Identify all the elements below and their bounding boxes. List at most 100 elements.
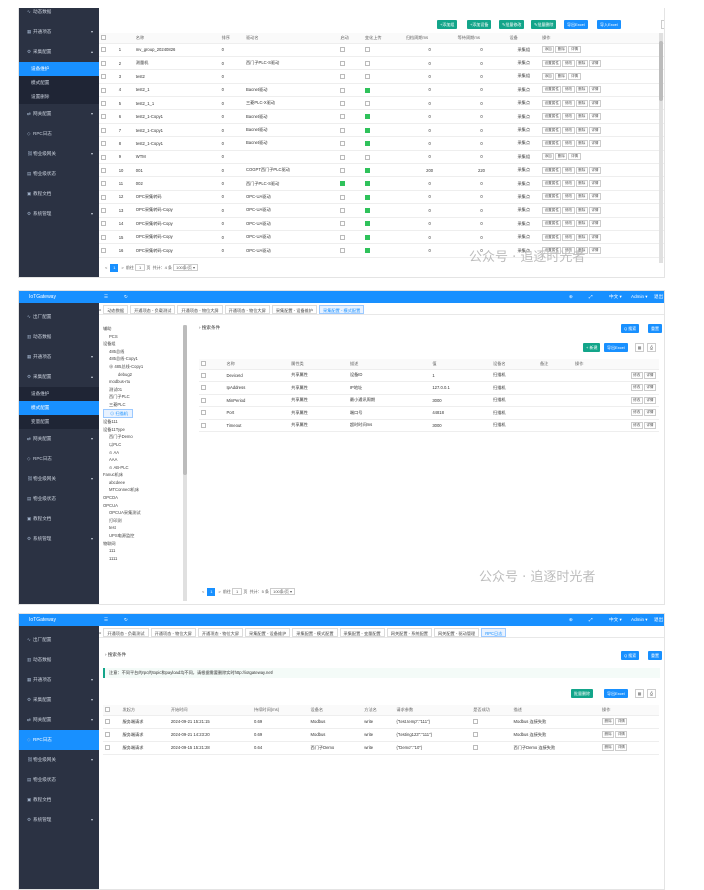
action-button[interactable]: 详情 <box>588 220 601 228</box>
row-checkbox[interactable] <box>105 719 110 725</box>
action-button[interactable]: 删除 <box>555 72 568 80</box>
enable-checkbox[interactable] <box>340 74 346 80</box>
sidebar-item[interactable]: ▦ 开通项态 ▾ <box>19 670 99 690</box>
enable-checkbox[interactable] <box>340 208 346 214</box>
action-button[interactable]: 详情 <box>643 384 656 392</box>
action-button[interactable]: 设置属性 <box>542 180 562 188</box>
current-page[interactable]: 1 <box>110 264 119 272</box>
action-button[interactable]: 设置属性 <box>542 126 562 134</box>
action-button[interactable]: 修改 <box>562 86 575 94</box>
enable-checkbox[interactable] <box>340 114 346 120</box>
row-checkbox[interactable] <box>201 410 206 416</box>
grid-toggle-button[interactable]: ▦ <box>635 343 644 352</box>
tree-node[interactable]: MTConnect机床 <box>103 486 143 494</box>
tab[interactable]: 开通项态 - 物位大屏 <box>177 304 223 314</box>
tree-node[interactable]: 测试01 <box>103 386 143 394</box>
table-row[interactable]: 13 OPC采集转码-Copy 0 OPC-UA驱动 0 0 采集点 设置属性 修改 删除 详情 <box>99 203 664 218</box>
menu-toggle-icon[interactable]: ☰ <box>104 614 108 626</box>
success-checkbox[interactable] <box>473 719 479 725</box>
table-row[interactable]: 7 test2_1-Copy1 0 Bacnet驱动 0 0 采集点 设置属性 修改 删除 详情 <box>99 123 664 138</box>
row-checkbox[interactable] <box>201 397 206 403</box>
tab[interactable]: 采集配置 - 模式配置 <box>319 304 365 314</box>
action-button[interactable]: 修改 <box>562 206 575 214</box>
print-button[interactable]: ⎙ <box>647 343 656 352</box>
grid-toggle-button[interactable]: ▦ <box>635 689 644 698</box>
action-button[interactable]: 设置属性 <box>542 86 562 94</box>
tree-node[interactable]: ⊙ 扫描机 <box>103 408 133 419</box>
sidebar-item[interactable]: ▤ 物业级状态 <box>19 489 99 509</box>
action-button[interactable]: 删除 <box>575 206 588 214</box>
action-button[interactable]: 修改 <box>562 126 575 134</box>
page-size-select[interactable]: 100条/页 ▾ <box>173 264 199 271</box>
action-button[interactable]: 设置属性 <box>542 233 562 241</box>
tab[interactable]: 采集配置 - 模式配置 <box>292 627 338 637</box>
tree-node[interactable]: 物联网 <box>103 540 143 548</box>
toolbar-button[interactable]: ✎批量修改 <box>499 20 525 29</box>
row-checkbox[interactable] <box>101 221 106 227</box>
grid-toggle-button[interactable]: ▦ <box>661 20 664 29</box>
tree-node[interactable]: OPCDA <box>103 494 143 502</box>
tree-node[interactable]: 打印测 <box>103 517 143 525</box>
sidebar-item[interactable]: ∿ 出厂配置 <box>19 307 99 327</box>
action-button[interactable]: 详情 <box>643 409 656 417</box>
action-button[interactable]: 详情 <box>588 247 601 255</box>
change-upload-checkbox[interactable] <box>364 127 370 133</box>
action-button[interactable]: 详情 <box>588 206 601 214</box>
action-button[interactable]: 详情 <box>588 180 601 188</box>
sidebar-item[interactable]: ⛓物业级网关 ▾ <box>19 144 99 164</box>
language-select[interactable]: 中文 ▾ <box>609 614 622 626</box>
table-row[interactable]: 5 test2_1_1 0 三菱PLC-X驱动 0 0 采集点 设置属性 修改 删除 详情 <box>99 96 664 111</box>
table-row[interactable]: 3 test2 0 0 0 采集组 添加 删除 详情 <box>99 69 664 84</box>
row-checkbox[interactable] <box>101 114 106 120</box>
tab[interactable]: 开通项态 - 物位大屏 <box>150 627 196 637</box>
enable-checkbox[interactable] <box>340 234 346 240</box>
change-upload-checkbox[interactable] <box>364 154 370 160</box>
row-checkbox[interactable] <box>101 154 106 160</box>
row-checkbox[interactable] <box>201 372 206 378</box>
action-button[interactable]: 详情 <box>615 744 628 751</box>
row-checkbox[interactable] <box>101 47 106 53</box>
select-all-checkbox[interactable] <box>101 35 106 41</box>
change-upload-checkbox[interactable] <box>364 248 370 254</box>
logout-link[interactable]: 退出 <box>654 291 663 303</box>
tree-node[interactable]: 111 <box>103 547 143 555</box>
sidebar-item[interactable]: ⚙ 采集配置 ▴ <box>19 42 99 62</box>
row-checkbox[interactable] <box>101 127 106 133</box>
sidebar-item[interactable]: 模式配置 <box>19 76 99 90</box>
action-button[interactable]: 删除 <box>602 731 615 738</box>
row-checkbox[interactable] <box>101 181 106 187</box>
tree-node[interactable]: test <box>103 524 143 532</box>
change-upload-checkbox[interactable] <box>364 208 370 214</box>
change-upload-checkbox[interactable] <box>364 221 370 227</box>
tree-node[interactable]: 设备11Type <box>103 426 143 434</box>
table-row[interactable]: 8 test2_1-Copy1 0 Bacnet驱动 0 0 采集点 设置属性 修改 删除 详情 <box>99 136 664 151</box>
table-row[interactable]: 14 OPC采集转码-Copy 0 OPC-UA驱动 0 0 采集点 设置属性 修改 删除 详情 <box>99 217 664 231</box>
refresh-icon[interactable]: ↻ <box>124 614 128 626</box>
next-page-button[interactable]: > <box>121 265 123 270</box>
table-row[interactable]: IpAddress 共享属性 IP地址 127.0.0.1 扫描机 修改 详情 <box>199 381 659 395</box>
action-button[interactable]: 删除 <box>575 220 588 228</box>
tab[interactable]: 开通项态 - 负载测试 <box>103 627 149 637</box>
action-button[interactable]: 详情 <box>643 371 656 379</box>
change-upload-checkbox[interactable] <box>364 87 370 93</box>
row-checkbox[interactable] <box>101 87 106 93</box>
action-button[interactable]: 修改 <box>562 193 575 201</box>
sidebar-item[interactable]: ⚙ 系统管理 ▾ <box>19 810 99 830</box>
row-checkbox[interactable] <box>101 141 106 147</box>
action-button[interactable]: 添加 <box>542 72 555 80</box>
github-icon[interactable]: ⊛ <box>569 291 573 303</box>
action-button[interactable]: 详情 <box>588 59 601 67</box>
table-row[interactable]: 6 test2_1-Copy1 0 Bacnet驱动 0 0 采集点 设置属性 修改 删除 详情 <box>99 109 664 124</box>
action-button[interactable]: 设置属性 <box>542 220 562 228</box>
tree-node[interactable]: ⊙ AA <box>103 449 143 457</box>
search-button[interactable]: Q 搜索 <box>621 324 640 333</box>
sidebar-item[interactable]: ∿ 动态数据 <box>19 8 99 22</box>
action-button[interactable]: 修改 <box>630 396 643 404</box>
tree-node[interactable]: 辅助 <box>103 325 143 333</box>
sidebar-item[interactable]: ▥ 动态数据 <box>19 327 99 347</box>
action-button[interactable]: 修改 <box>630 371 643 379</box>
action-button[interactable]: 修改 <box>562 166 575 174</box>
language-select[interactable]: 中文 ▾ <box>609 291 622 303</box>
change-upload-checkbox[interactable] <box>364 47 370 53</box>
user-menu[interactable]: Admin ▾ <box>631 614 648 626</box>
